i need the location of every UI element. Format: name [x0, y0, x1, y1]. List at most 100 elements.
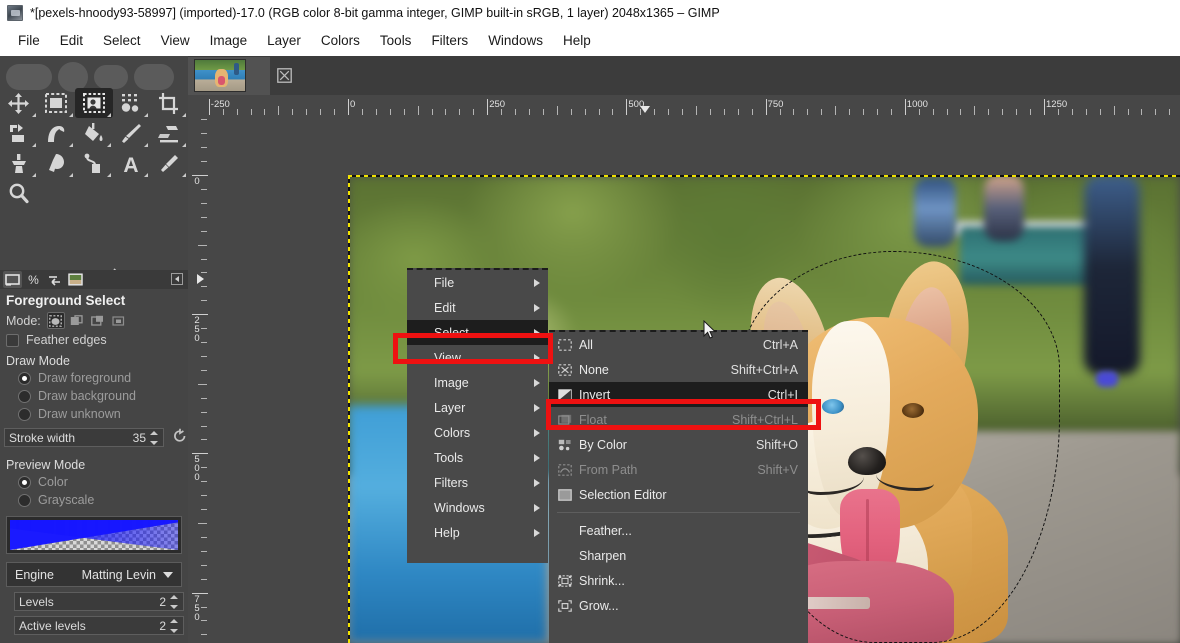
preview-color-row[interactable]: Color: [0, 473, 188, 491]
active-levels-field[interactable]: Active levels 2: [14, 616, 184, 635]
context-menu-item-view[interactable]: View: [407, 345, 548, 370]
eraser-tool[interactable]: [150, 118, 188, 148]
mode-subtract-button[interactable]: [89, 312, 107, 329]
active-levels-stepper[interactable]: [170, 618, 179, 633]
context-menu-item-layer[interactable]: Layer: [407, 395, 548, 420]
zoom-tool[interactable]: [0, 178, 38, 208]
dock-menu-icon[interactable]: [171, 273, 183, 285]
select-submenu[interactable]: All Ctrl+A None Shift+Ctrl+A Invert Ctrl…: [549, 330, 808, 643]
text-tool[interactable]: A: [113, 148, 151, 178]
warp-transform-tool[interactable]: [38, 118, 76, 148]
draw-unknown-radio[interactable]: [18, 407, 31, 421]
submenu-item-sharpen[interactable]: Sharpen: [549, 543, 808, 568]
ruler-label: 500: [194, 454, 200, 484]
context-menu-item-colors[interactable]: Colors: [407, 420, 548, 445]
stroke-width-stepper[interactable]: [150, 430, 159, 445]
close-tab-icon[interactable]: [270, 57, 298, 95]
submenu-item-grow[interactable]: Grow...: [549, 593, 808, 618]
chevron-right-icon: [534, 453, 540, 462]
menu-colors[interactable]: Colors: [311, 30, 370, 51]
mode-add-button[interactable]: [68, 312, 86, 329]
undo-history-tab[interactable]: [45, 271, 64, 288]
mode-replace-button[interactable]: [46, 312, 65, 329]
menu-image[interactable]: Image: [200, 30, 258, 51]
svg-text:A: A: [124, 154, 139, 174]
engine-dropdown[interactable]: Engine Matting Levin: [6, 562, 182, 587]
levels-stepper[interactable]: [170, 594, 179, 609]
menu-windows[interactable]: Windows: [478, 30, 553, 51]
levels-field[interactable]: Levels 2: [14, 592, 184, 611]
context-menu-item-file[interactable]: File: [407, 270, 548, 295]
stroke-width-value: 35: [132, 430, 146, 445]
context-menu-item-windows[interactable]: Windows: [407, 495, 548, 520]
menu-file[interactable]: File: [8, 30, 50, 51]
foreground-select-tool[interactable]: [75, 88, 113, 118]
canvas-context-menu[interactable]: File Edit Select View Image Layer Colors: [407, 268, 548, 563]
draw-foreground-row[interactable]: Draw foreground: [0, 369, 188, 387]
context-item-label: Filters: [434, 475, 469, 490]
ruler-minor-tick: [201, 481, 207, 483]
menu-view[interactable]: View: [151, 30, 200, 51]
vertical-ruler[interactable]: 0 250 500 750: [188, 115, 208, 643]
preview-color-radio[interactable]: [18, 475, 31, 489]
mode-intersect-button[interactable]: [110, 312, 128, 329]
draw-background-radio[interactable]: [18, 389, 31, 403]
tool-options-tab[interactable]: [3, 271, 22, 288]
color-picker-tool[interactable]: [150, 148, 188, 178]
selection-marching-ants-left: [348, 175, 350, 643]
context-menu-item-help[interactable]: Help: [407, 520, 548, 545]
images-tab[interactable]: [66, 271, 85, 288]
ruler-major-tick: [348, 99, 349, 115]
context-menu-item-edit[interactable]: Edit: [407, 295, 548, 320]
submenu-item-invert[interactable]: Invert Ctrl+I: [549, 382, 808, 407]
submenu-item-all[interactable]: All Ctrl+A: [549, 332, 808, 357]
menu-filters[interactable]: Filters: [421, 30, 478, 51]
smudge-tool[interactable]: [38, 148, 76, 178]
rectangle-select-tool[interactable]: [38, 88, 76, 118]
preview-grayscale-radio[interactable]: [18, 493, 31, 507]
feather-edges-checkbox[interactable]: [6, 333, 19, 347]
bucket-fill-tool[interactable]: [75, 118, 113, 148]
submenu-item-by-color[interactable]: By Color Shift+O: [549, 432, 808, 457]
draw-unknown-row[interactable]: Draw unknown: [0, 405, 188, 423]
preview-gradient-box[interactable]: [6, 516, 182, 554]
menubar: File Edit Select View Image Layer Colors…: [0, 25, 1180, 56]
menu-help[interactable]: Help: [553, 30, 601, 51]
context-menu-item-filters[interactable]: Filters: [407, 470, 548, 495]
submenu-item-shrink[interactable]: Shrink...: [549, 568, 808, 593]
submenu-item-selection-editor[interactable]: Selection Editor: [549, 482, 808, 507]
crop-tool[interactable]: [150, 88, 188, 118]
submenu-item-feather[interactable]: Feather...: [549, 518, 808, 543]
ruler-minor-tick: [556, 106, 558, 115]
draw-foreground-radio[interactable]: [18, 371, 31, 385]
submenu-item-label: Feather...: [579, 523, 632, 538]
context-menu-item-image[interactable]: Image: [407, 370, 548, 395]
menu-tools[interactable]: Tools: [370, 30, 422, 51]
image-thumbnail-tab[interactable]: [188, 56, 270, 95]
menu-layer[interactable]: Layer: [257, 30, 311, 51]
grow-icon: [555, 599, 574, 612]
preview-grayscale-label: Grayscale: [38, 493, 95, 507]
context-menu-item-tools[interactable]: Tools: [407, 445, 548, 470]
stroke-width-reset-icon[interactable]: [172, 428, 188, 444]
stroke-width-field[interactable]: Stroke width 35: [4, 428, 164, 447]
ruler-minor-tick: [201, 161, 207, 163]
ruler-minor-tick: [198, 383, 207, 385]
paintbrush-tool[interactable]: [113, 118, 151, 148]
horizontal-ruler[interactable]: -2500250500750100012501500: [188, 95, 1180, 115]
context-menu-item-select[interactable]: Select: [407, 320, 548, 345]
device-status-tab[interactable]: %: [24, 271, 43, 288]
move-tool[interactable]: [0, 88, 38, 118]
fuzzy-select-tool[interactable]: [113, 88, 151, 118]
submenu-item-float[interactable]: Float Shift+Ctrl+L: [549, 407, 808, 432]
submenu-item-from-path[interactable]: From Path Shift+V: [549, 457, 808, 482]
clone-tool[interactable]: [0, 148, 38, 178]
submenu-item-none[interactable]: None Shift+Ctrl+A: [549, 357, 808, 382]
draw-background-row[interactable]: Draw background: [0, 387, 188, 405]
menu-edit[interactable]: Edit: [50, 30, 93, 51]
menu-select[interactable]: Select: [93, 30, 151, 51]
preview-grayscale-row[interactable]: Grayscale: [0, 491, 188, 509]
ink-tool[interactable]: [75, 148, 113, 178]
feather-edges-row[interactable]: Feather edges: [0, 331, 188, 349]
transform-tool[interactable]: [0, 118, 38, 148]
